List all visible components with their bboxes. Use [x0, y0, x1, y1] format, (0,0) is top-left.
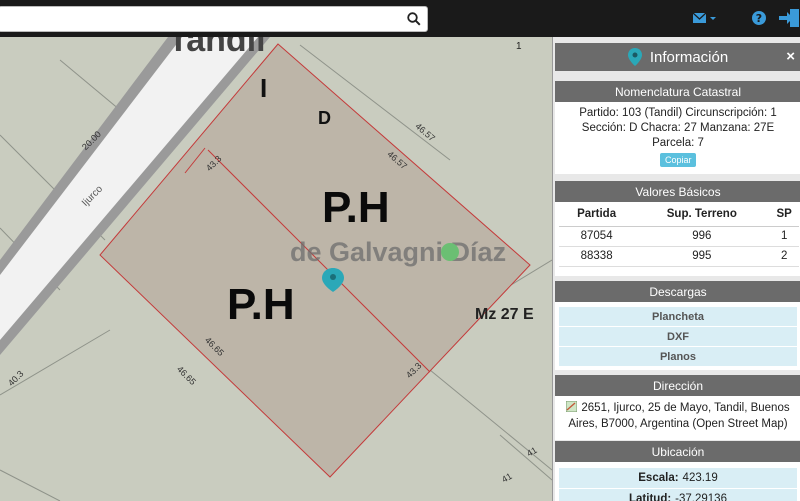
cell-superficie: 996	[634, 226, 770, 247]
nomenclatura-title: Nomenclatura Catastral	[555, 81, 800, 102]
subparcel-letter-label: D	[318, 108, 331, 128]
cell-partida: 88338	[559, 246, 635, 267]
cell-superficie: 995	[634, 246, 770, 267]
map-thumbnail-icon	[566, 401, 578, 412]
search-box[interactable]	[0, 6, 428, 32]
address-value: 2651, Ijurco, 25 de Mayo, Tandil, Buenos…	[568, 402, 790, 430]
download-dxf-link[interactable]: DXF	[559, 327, 797, 346]
city-label: Tandil	[168, 37, 266, 59]
valores-table: Partida Sup. Terreno SP 87054 996 1 8833…	[559, 202, 799, 267]
map-view[interactable]: Tandil I D 1 P.H P.H Mz 27 E de Galvagni…	[0, 37, 552, 501]
direccion-body: 2651, Ijurco, 25 de Mayo, Tandil, Buenos…	[555, 396, 800, 440]
watermark-logo: de Galvagni Díaz	[290, 237, 506, 268]
sign-out-icon	[779, 9, 799, 27]
watermark-text: de Galvagni Díaz	[290, 237, 507, 267]
ph-upper-label: P.H	[322, 183, 390, 232]
table-header-row: Partida Sup. Terreno SP	[559, 202, 799, 227]
direccion-title: Dirección	[555, 375, 800, 396]
envelope-icon	[692, 12, 716, 23]
parcel-letter-label: I	[260, 73, 268, 103]
info-panel: Información × Nomenclatura Catastral Par…	[552, 37, 800, 501]
escala-label: Escala:	[638, 472, 679, 484]
col-header-sp: SP	[769, 202, 799, 227]
svg-text:?: ?	[756, 12, 762, 25]
cell-partida: 87054	[559, 226, 635, 247]
download-planos-link[interactable]: Planos	[559, 347, 797, 366]
valores-title: Valores Básicos	[555, 181, 800, 202]
latitud-label: Latitud:	[629, 493, 672, 501]
exit-button[interactable]	[778, 8, 800, 28]
top-bar: ?	[0, 0, 800, 37]
address-text: 2651, Ijurco, 25 de Mayo, Tandil, Buenos…	[555, 396, 800, 432]
valores-body: Partida Sup. Terreno SP 87054 996 1 8833…	[555, 202, 800, 276]
table-row: 88338 995 2	[559, 246, 799, 267]
map-pin-icon	[627, 48, 642, 66]
panel-title: Información	[649, 48, 729, 66]
search-icon[interactable]	[407, 12, 421, 26]
cell-sp: 2	[769, 246, 799, 267]
download-plancheta-link[interactable]: Plancheta	[559, 307, 797, 326]
nomenclatura-text: Partido: 103 (Tandil) Circunscripción: 1…	[579, 107, 777, 149]
corner-number-label: 1	[516, 41, 522, 52]
col-header-partida: Partida	[559, 202, 635, 227]
ubicacion-title: Ubicación	[555, 441, 800, 462]
mail-dropdown-button[interactable]	[692, 8, 720, 28]
latitud-value: -37.29136	[675, 493, 727, 501]
cell-sp: 1	[769, 226, 799, 247]
latitud-row: Latitud: -37.29136	[559, 489, 797, 501]
copy-button[interactable]: Copiar	[660, 153, 696, 167]
panel-header: Información ×	[555, 43, 800, 71]
search-input[interactable]	[5, 10, 395, 28]
ph-lower-label: P.H	[227, 280, 295, 329]
escala-row: Escala: 423.19	[559, 468, 797, 488]
map-canvas[interactable]	[0, 37, 552, 501]
watermark-dot-icon	[441, 243, 459, 261]
table-row: 87054 996 1	[559, 226, 799, 247]
help-button[interactable]: ?	[750, 8, 768, 28]
close-icon[interactable]: ×	[786, 48, 795, 65]
col-header-superficie: Sup. Terreno	[634, 202, 770, 227]
question-icon: ?	[752, 11, 766, 25]
escala-value: 423.19	[682, 472, 718, 484]
descargas-title: Descargas	[555, 281, 800, 302]
nomenclatura-body: Partido: 103 (Tandil) Circunscripción: 1…	[555, 102, 800, 174]
block-label: Mz 27 E	[475, 306, 534, 323]
